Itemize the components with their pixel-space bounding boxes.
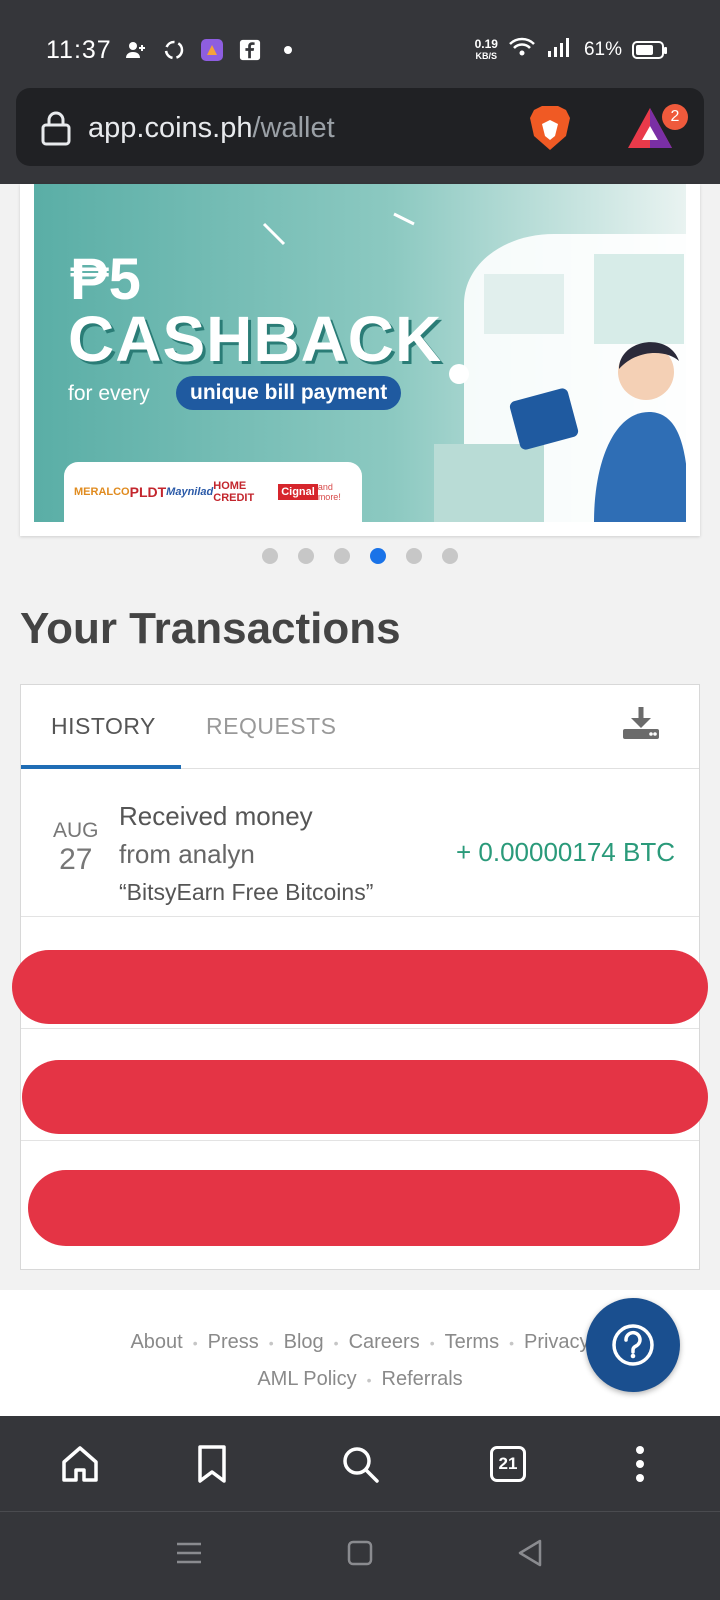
- footer-link-blog[interactable]: Blog: [284, 1331, 324, 1353]
- tabs-button[interactable]: 21: [482, 1438, 534, 1490]
- redaction-mark: [28, 1170, 680, 1246]
- footer-link-referrals[interactable]: Referrals: [382, 1368, 463, 1390]
- partner-more: and more!: [317, 482, 341, 502]
- footer-link-press[interactable]: Press: [208, 1331, 259, 1353]
- facebook-icon: [238, 38, 262, 62]
- sync-icon: [162, 38, 186, 62]
- home-nav-icon[interactable]: [346, 1538, 374, 1573]
- transaction-note: “BitsyEarn Free Bitcoins”: [119, 879, 374, 905]
- transaction-row[interactable]: AUG 27 Received money from analyn “Bitsy…: [21, 769, 699, 917]
- footer-link-careers[interactable]: Careers: [349, 1331, 420, 1353]
- banner-subtext: for every: [68, 382, 150, 405]
- footer-link-terms[interactable]: Terms: [445, 1331, 499, 1353]
- network-speed: 0.19 KB/S: [475, 38, 498, 62]
- address-bar[interactable]: app.coins.ph/wallet 2: [16, 88, 704, 166]
- battery-percent: 61%: [583, 38, 622, 60]
- transaction-tabs: HISTORY REQUESTS: [21, 685, 699, 769]
- transaction-month: AUG: [53, 819, 99, 842]
- promo-carousel[interactable]: ₱5 CASHBACK for every unique bill paymen…: [20, 184, 700, 536]
- footer-link-aml-policy[interactable]: AML Policy: [257, 1368, 356, 1390]
- net-speed-value: 0.19: [474, 36, 498, 51]
- carousel-dot[interactable]: [442, 548, 458, 564]
- transaction-day: 27: [59, 843, 93, 876]
- carousel-dot[interactable]: [298, 548, 314, 564]
- add-person-icon: [124, 38, 148, 62]
- partner-logo: Cignal: [278, 484, 318, 500]
- cashback-banner[interactable]: ₱5 CASHBACK for every unique bill paymen…: [34, 184, 686, 522]
- transaction-type: Received money: [119, 801, 313, 831]
- system-nav-bar: [0, 1512, 720, 1600]
- footer-link-about[interactable]: About: [130, 1331, 182, 1353]
- carousel-dot[interactable]: [334, 548, 350, 564]
- url-text[interactable]: app.coins.ph/wallet: [88, 112, 335, 145]
- net-speed-unit: KB/S: [475, 50, 498, 61]
- help-button[interactable]: [586, 1298, 680, 1392]
- recent-apps-icon[interactable]: [174, 1538, 204, 1573]
- download-icon[interactable]: [621, 705, 661, 746]
- status-right: 0.19 KB/S 61%: [475, 36, 667, 63]
- wifi-icon: [508, 36, 536, 63]
- carousel-dot[interactable]: [262, 548, 278, 564]
- tab-history[interactable]: HISTORY: [51, 713, 156, 740]
- rewards-badge: 2: [662, 104, 688, 130]
- tab-count: 21: [490, 1446, 526, 1482]
- transaction-date: AUG 27: [53, 819, 99, 877]
- bookmark-icon[interactable]: [186, 1438, 238, 1490]
- transaction-sender: from analyn: [119, 839, 255, 869]
- browser-toolbar: 21: [0, 1416, 720, 1512]
- banner-pill: unique bill payment: [176, 376, 402, 410]
- partner-logo: PLDT: [129, 484, 167, 500]
- brave-shields-icon[interactable]: [528, 104, 572, 157]
- redaction-mark: [22, 1060, 708, 1134]
- browser-address-region: app.coins.ph/wallet 2: [0, 84, 720, 184]
- app-notification-icon: [200, 38, 224, 62]
- redaction-mark: [12, 950, 708, 1024]
- question-mark-icon: [612, 1324, 654, 1366]
- partner-logo: MERALCO: [74, 486, 130, 498]
- section-title: Your Transactions: [20, 604, 401, 653]
- carousel-dots: [0, 548, 720, 564]
- carousel-dot-active[interactable]: [370, 548, 386, 564]
- footer-link-privacy[interactable]: Privacy: [524, 1331, 590, 1353]
- banner-headline: CASHBACK: [68, 303, 443, 375]
- more-notifications-dot-icon: [276, 38, 300, 62]
- partner-logo: HOME CREDIT: [213, 480, 255, 504]
- tab-requests[interactable]: REQUESTS: [206, 713, 337, 740]
- url-path: /wallet: [252, 112, 335, 144]
- carousel-dot[interactable]: [406, 548, 422, 564]
- notification-icons: [124, 38, 300, 62]
- clock: 11:37: [46, 36, 112, 64]
- back-nav-icon[interactable]: [516, 1538, 546, 1573]
- signal-icon: [546, 36, 574, 63]
- lock-icon[interactable]: [40, 110, 72, 151]
- search-icon[interactable]: [334, 1438, 386, 1490]
- battery-icon: [632, 40, 667, 59]
- partner-logo: Maynilad: [166, 486, 214, 498]
- transaction-info: Received money from analyn “BitsyEarn Fr…: [119, 797, 373, 911]
- home-icon[interactable]: [54, 1438, 106, 1490]
- menu-dots-icon[interactable]: [614, 1438, 666, 1490]
- transaction-amount: + 0.00000174 BTC: [456, 837, 675, 867]
- partner-logos: MERALCO PLDT Maynilad HOME CREDIT Cignal…: [64, 462, 362, 522]
- url-domain: app.coins.ph: [88, 112, 253, 144]
- status-bar: 11:37 0.19 KB/S 61%: [0, 0, 720, 84]
